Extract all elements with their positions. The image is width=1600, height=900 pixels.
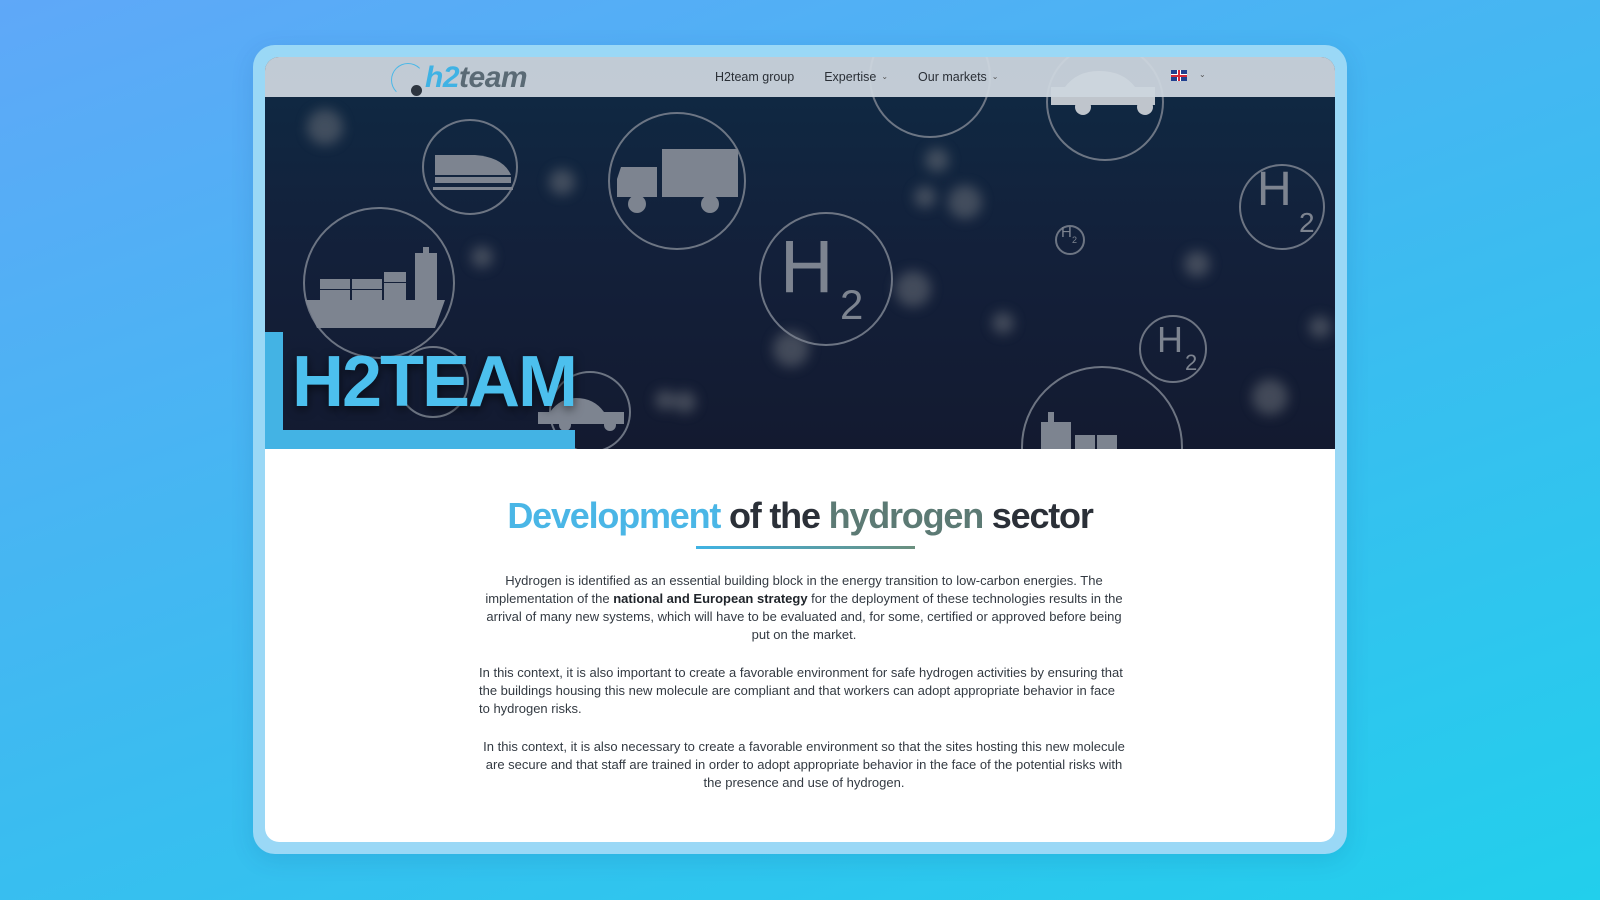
section-heading: Development of the hydrogen sector xyxy=(265,495,1335,537)
paragraph-intro: Hydrogen is identified as an essential b… xyxy=(479,572,1129,644)
hero-banner: H 2 H 2 H 2 H 2 H2TEAM xyxy=(265,57,1335,449)
paragraph-context-security: In this context, it is also necessary to… xyxy=(483,739,1125,790)
svg-text:H: H xyxy=(1061,224,1072,241)
nav-link-expertise[interactable]: Expertise ⌄ xyxy=(824,70,888,84)
svg-text:H: H xyxy=(1157,319,1183,360)
language-selector[interactable]: ⌄ xyxy=(1171,70,1206,81)
svg-text:2: 2 xyxy=(1185,350,1197,375)
logo-text: h2team xyxy=(425,61,528,95)
browser-screen: H 2 H 2 H 2 H 2 H2TEAM h2team H2team gro… xyxy=(265,57,1335,842)
logo-text-prefix: h2 xyxy=(425,61,460,94)
hero-title: H2TEAM xyxy=(292,342,578,422)
logo-dot xyxy=(411,85,422,96)
chevron-down-icon: ⌄ xyxy=(881,71,889,81)
main-content: Development of the hydrogen sector Hydro… xyxy=(265,449,1335,842)
heading-underline xyxy=(696,546,915,549)
hero-accent-bar-horizontal xyxy=(265,430,575,449)
train-icon xyxy=(433,155,513,190)
nav-link-label: Expertise xyxy=(824,70,877,84)
cargo-icon xyxy=(1041,412,1117,449)
heading-word-sector: sector xyxy=(983,495,1094,536)
paragraph-intro-bold: national and European strategy xyxy=(613,591,808,606)
svg-text:H: H xyxy=(780,225,833,308)
nav-link-h2team-group[interactable]: H2team group xyxy=(715,70,794,84)
top-navigation: h2team H2team group Expertise ⌄ Our mark… xyxy=(265,57,1335,97)
nav-link-label: H2team group xyxy=(715,70,795,84)
svg-text:H: H xyxy=(1257,163,1292,216)
paragraph-context-safety: In this context, it is also important to… xyxy=(479,665,1123,716)
h2-symbols: H 2 H 2 H 2 H 2 xyxy=(780,163,1315,375)
svg-text:2: 2 xyxy=(1299,207,1315,238)
uk-flag-icon xyxy=(1171,70,1187,81)
nav-links: H2team group Expertise ⌄ Our markets ⌄ xyxy=(715,57,1029,97)
chevron-down-icon: ⌄ xyxy=(991,71,999,81)
ship-icon xyxy=(305,247,445,328)
nav-link-our-markets[interactable]: Our markets ⌄ xyxy=(918,70,998,84)
chevron-down-icon: ⌄ xyxy=(1199,70,1206,79)
svg-text:2: 2 xyxy=(1072,235,1077,245)
logo-text-suffix: team xyxy=(459,61,528,94)
heading-word-hydrogen: hydrogen xyxy=(828,495,985,536)
h2team-logo[interactable]: h2team xyxy=(391,61,541,97)
heading-word-development: Development xyxy=(507,495,721,536)
device-frame: H 2 H 2 H 2 H 2 H2TEAM h2team H2team gro… xyxy=(253,45,1347,854)
truck-icon xyxy=(617,149,738,213)
svg-text:2: 2 xyxy=(840,281,863,328)
heading-word-of-the: of the xyxy=(720,495,829,536)
nav-link-label: Our markets xyxy=(918,70,987,84)
